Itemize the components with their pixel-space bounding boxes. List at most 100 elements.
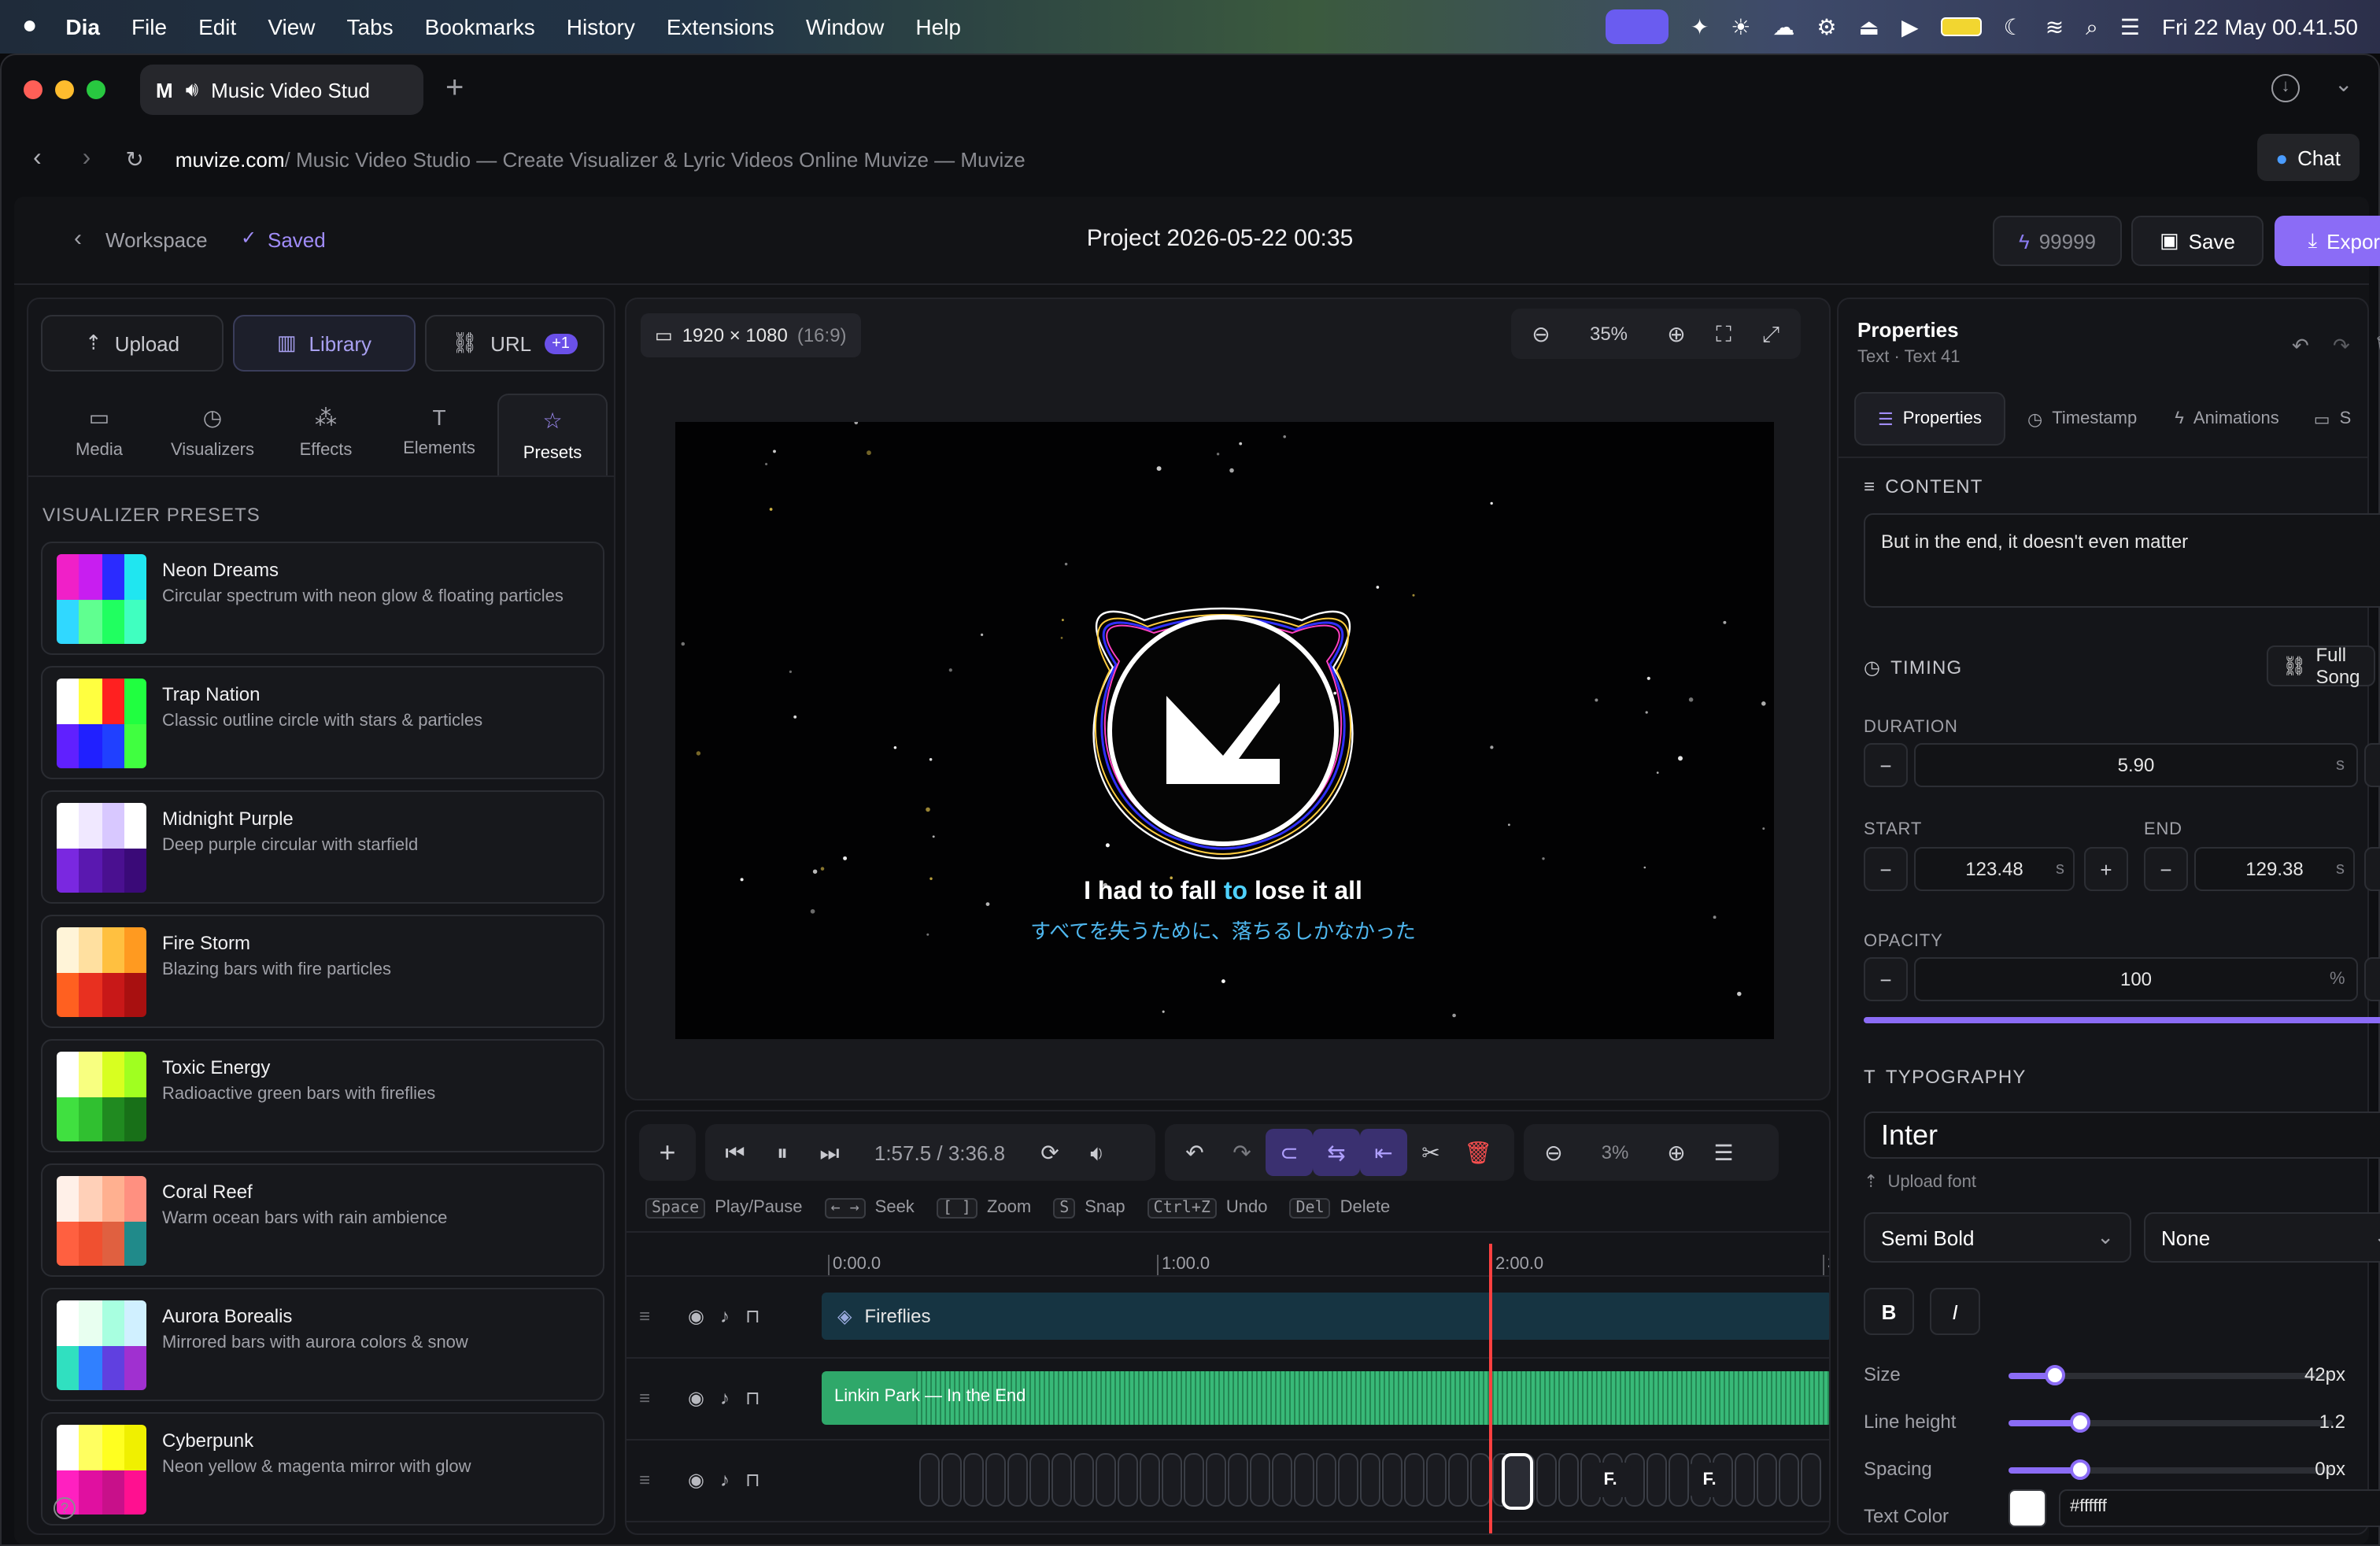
preset-card[interactable]: Neon Dreams Circular spectrum with neon g… bbox=[41, 542, 604, 655]
lyric-segment[interactable] bbox=[1779, 1453, 1799, 1507]
lyric-marker[interactable]: F. bbox=[1590, 1463, 1631, 1497]
font-weight-select[interactable]: Semi Bold ⌄ bbox=[1864, 1212, 2131, 1263]
playhead[interactable] bbox=[1489, 1244, 1492, 1533]
library-button[interactable]: ▥ Library bbox=[233, 315, 416, 372]
upload-button[interactable]: ⇡ Upload bbox=[41, 315, 224, 372]
mute-speaker-icon[interactable]: ♪ bbox=[720, 1305, 730, 1327]
lyric-segment[interactable] bbox=[1074, 1453, 1094, 1507]
text-color-swatch[interactable] bbox=[2009, 1489, 2046, 1527]
menu-bookmarks[interactable]: Bookmarks bbox=[425, 14, 535, 39]
opacity-decrement[interactable]: − bbox=[1864, 957, 1908, 1001]
opacity-increment[interactable]: + bbox=[2364, 957, 2380, 1001]
lyric-segment[interactable] bbox=[1404, 1453, 1425, 1507]
lyric-segment[interactable] bbox=[1801, 1453, 1821, 1507]
text-color-input[interactable]: #ffffff bbox=[2059, 1489, 2380, 1527]
content-textarea[interactable]: But in the end, it doesn't even matter bbox=[1864, 513, 2380, 608]
lyric-segment[interactable] bbox=[1096, 1453, 1116, 1507]
volume-icon[interactable]: 🔉︎ bbox=[1074, 1129, 1121, 1176]
tab-animations[interactable]: ϟ Animations bbox=[2159, 392, 2295, 446]
duration-decrement[interactable]: − bbox=[1864, 743, 1908, 787]
screen-share-icon[interactable] bbox=[1605, 9, 1669, 44]
cloud-icon[interactable]: ☁ bbox=[1772, 13, 1794, 40]
timeline-track[interactable]: ≡ ◉ ♪ ⊓ Linkin Park — In the End bbox=[626, 1357, 1829, 1436]
tab-visualizers[interactable]: ◷ Visualizers bbox=[157, 390, 268, 472]
fit-screen-icon[interactable]: ⛶ bbox=[1700, 310, 1747, 357]
duration-increment[interactable]: + bbox=[2364, 743, 2380, 787]
menu-edit[interactable]: Edit bbox=[198, 14, 236, 39]
brightness-icon[interactable]: ☀ bbox=[1731, 13, 1750, 40]
zoom-in-icon[interactable]: ⊕ bbox=[1653, 310, 1700, 357]
tab-list-chevron-icon[interactable]: ⌄ bbox=[2334, 71, 2352, 98]
fullscreen-icon[interactable]: ⤢ bbox=[1747, 310, 1794, 357]
visibility-eye-icon[interactable]: ◉ bbox=[688, 1469, 704, 1491]
lyric-segment[interactable] bbox=[1228, 1453, 1248, 1507]
timeline-track[interactable]: ≡◉♪⊓iだだ bbox=[626, 1521, 1829, 1533]
align-start-icon[interactable]: ⇤ bbox=[1360, 1129, 1407, 1176]
lock-icon[interactable]: ⊓ bbox=[745, 1305, 760, 1327]
drag-handle-icon[interactable]: ≡ bbox=[639, 1469, 650, 1491]
lyric-segment[interactable] bbox=[919, 1453, 940, 1507]
add-track-icon[interactable]: + bbox=[644, 1129, 691, 1176]
play-status-icon[interactable]: ▶ bbox=[1901, 13, 1919, 40]
delete-icon[interactable]: 🗑︎ bbox=[1454, 1129, 1502, 1176]
lyric-segment[interactable] bbox=[1184, 1453, 1204, 1507]
loop-icon[interactable]: ⟳ bbox=[1026, 1129, 1074, 1176]
typography-slider-knob[interactable] bbox=[2044, 1365, 2065, 1385]
wifi-icon[interactable]: ≋ bbox=[2046, 13, 2064, 40]
control-center-icon[interactable]: ☰ bbox=[2120, 13, 2140, 40]
start-decrement[interactable]: − bbox=[1864, 847, 1908, 891]
ripple-icon[interactable]: ⇆ bbox=[1313, 1129, 1360, 1176]
video-canvas[interactable]: I had to fall to lose it all すべてを失うために、落… bbox=[675, 422, 1774, 1039]
vpn-icon[interactable]: ⚙ bbox=[1816, 13, 1836, 40]
lyric-main[interactable]: I had to fall to lose it all bbox=[1084, 876, 1362, 904]
preset-card[interactable]: Coral Reef Warm ocean bars with rain ambi… bbox=[41, 1163, 604, 1277]
skip-back-icon[interactable]: ⏮ bbox=[711, 1129, 759, 1176]
lyric-segment[interactable] bbox=[1757, 1453, 1777, 1507]
lyric-segment[interactable] bbox=[1316, 1453, 1336, 1507]
zoom-out-icon[interactable]: ⊖ bbox=[1517, 310, 1565, 357]
new-tab-button[interactable]: + bbox=[445, 71, 464, 107]
menu-history[interactable]: History bbox=[567, 14, 635, 39]
upload-font-link[interactable]: ⇡ Upload font bbox=[1864, 1171, 1976, 1192]
lyric-segment[interactable] bbox=[1162, 1453, 1182, 1507]
timeline-zoom-out-icon[interactable]: ⊖ bbox=[1530, 1129, 1577, 1176]
reload-icon[interactable]: ↻ bbox=[125, 146, 143, 172]
lyric-segment[interactable] bbox=[1272, 1453, 1292, 1507]
preset-card[interactable]: Toxic Energy Radioactive green bars with … bbox=[41, 1039, 604, 1152]
menu-help[interactable]: Help bbox=[915, 14, 961, 39]
help-icon[interactable]: ? bbox=[54, 1497, 76, 1519]
timeline-zoom-in-icon[interactable]: ⊕ bbox=[1653, 1129, 1700, 1176]
selected-lyric-segment[interactable] bbox=[1502, 1453, 1533, 1510]
preset-card[interactable]: Trap Nation Classic outline circle with s… bbox=[41, 666, 604, 779]
lock-icon[interactable]: ⊓ bbox=[745, 1469, 760, 1491]
lyric-segment[interactable] bbox=[1448, 1453, 1469, 1507]
tab-media[interactable]: ▭ Media bbox=[44, 390, 154, 472]
effect-clip[interactable]: ◈ Fireflies bbox=[822, 1293, 1829, 1340]
lyric-translation[interactable]: すべてを失うために、落ちるしかなかった bbox=[1030, 920, 1416, 944]
scissors-icon[interactable]: ✂ bbox=[1407, 1129, 1454, 1176]
battery-icon[interactable] bbox=[1940, 17, 1982, 36]
lock-icon[interactable]: ⊓ bbox=[745, 1387, 760, 1409]
typography-slider[interactable] bbox=[2009, 1412, 2333, 1433]
audio-clip[interactable]: Linkin Park — In the End bbox=[822, 1371, 1829, 1425]
typography-slider[interactable] bbox=[2009, 1459, 2333, 1480]
typography-slider[interactable] bbox=[2009, 1365, 2333, 1385]
tab-timestamp[interactable]: ◷ Timestamp bbox=[2012, 392, 2153, 446]
visibility-eye-icon[interactable]: ◉ bbox=[688, 1387, 704, 1409]
preset-card[interactable]: Fire Storm Blazing bars with fire particl… bbox=[41, 915, 604, 1028]
back-nav-icon[interactable]: ‹ bbox=[33, 145, 42, 173]
tab-elements[interactable]: T Elements bbox=[384, 390, 494, 472]
lyric-segment[interactable] bbox=[1669, 1453, 1689, 1507]
lyric-segment[interactable] bbox=[1735, 1453, 1755, 1507]
downloads-icon[interactable]: ↓ bbox=[2271, 74, 2300, 102]
lyric-segment[interactable] bbox=[1536, 1453, 1557, 1507]
undo-icon[interactable]: ↶ bbox=[1171, 1129, 1218, 1176]
forward-nav-icon[interactable]: › bbox=[83, 145, 91, 173]
preset-card[interactable]: Cyberpunk Neon yellow & magenta mirror wi… bbox=[41, 1412, 604, 1526]
mute-speaker-icon[interactable]: ♪ bbox=[720, 1387, 730, 1409]
drag-handle-icon[interactable]: ≡ bbox=[639, 1305, 650, 1327]
redo-icon[interactable]: ↷ bbox=[1218, 1129, 1266, 1176]
lyric-segment[interactable] bbox=[1382, 1453, 1402, 1507]
mute-speaker-icon[interactable]: ♪ bbox=[720, 1469, 730, 1491]
menu-file[interactable]: File bbox=[131, 14, 167, 39]
